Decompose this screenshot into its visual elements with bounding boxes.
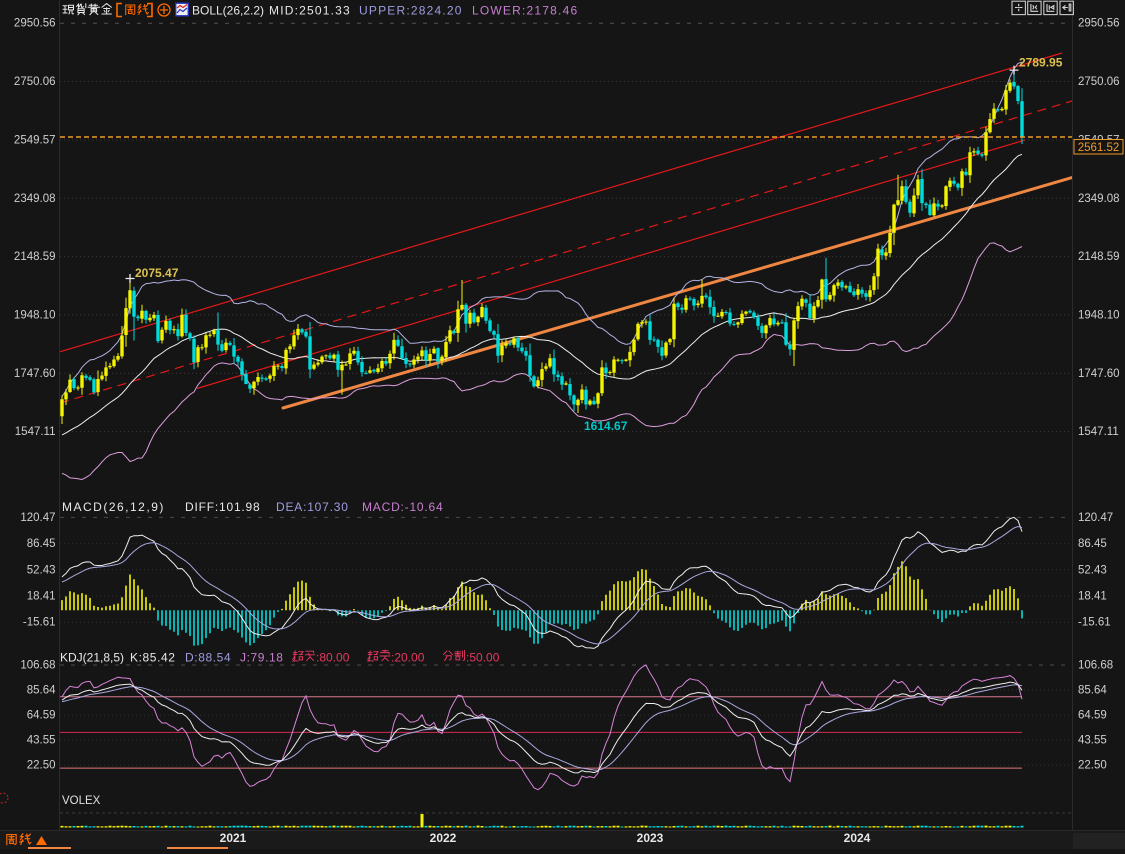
svg-text:2549.57: 2549.57	[14, 134, 56, 146]
svg-text::50.00: :50.00	[466, 651, 500, 665]
svg-text:106.68: 106.68	[20, 660, 55, 672]
svg-text:43.55: 43.55	[1078, 735, 1107, 747]
svg-text:BOLL(26,2.2): BOLL(26,2.2)	[192, 4, 264, 18]
svg-text::80.00: :80.00	[316, 651, 350, 665]
svg-text:64.59: 64.59	[1078, 710, 1107, 722]
svg-text:2075.47: 2075.47	[135, 266, 179, 280]
svg-text:2022: 2022	[430, 831, 457, 845]
svg-text:106.68: 106.68	[1078, 660, 1113, 672]
svg-text:1948.10: 1948.10	[14, 309, 56, 321]
svg-text:85.64: 85.64	[1078, 685, 1107, 697]
svg-text:1948.10: 1948.10	[1078, 309, 1120, 321]
svg-text:2349.08: 2349.08	[14, 193, 56, 205]
svg-text:-15.61: -15.61	[23, 617, 56, 629]
svg-text:85.64: 85.64	[27, 685, 56, 697]
svg-text:1614.67: 1614.67	[584, 419, 628, 433]
svg-text:VOLEX: VOLEX	[62, 795, 101, 807]
svg-text:MID:2501.33: MID:2501.33	[269, 4, 351, 18]
svg-text:KDJ(21,8,5): KDJ(21,8,5)	[60, 651, 124, 665]
svg-text:J:79.18: J:79.18	[240, 651, 284, 665]
svg-text:86.45: 86.45	[27, 538, 56, 550]
svg-text:1747.60: 1747.60	[14, 368, 56, 380]
svg-text:LOWER:2178.46: LOWER:2178.46	[472, 4, 578, 18]
svg-text:UPPER:2824.20: UPPER:2824.20	[359, 4, 463, 18]
svg-text:120.47: 120.47	[1078, 512, 1113, 524]
svg-text:1547.11: 1547.11	[1078, 426, 1119, 438]
svg-text:DIFF:101.98: DIFF:101.98	[185, 500, 261, 514]
svg-text:52.43: 52.43	[27, 564, 56, 576]
svg-text:52.43: 52.43	[1078, 564, 1107, 576]
svg-text:2021: 2021	[220, 831, 247, 845]
svg-text:2561.52: 2561.52	[1078, 142, 1120, 154]
svg-text:18.41: 18.41	[27, 591, 56, 603]
svg-text:1547.11: 1547.11	[15, 426, 56, 438]
svg-text:86.45: 86.45	[1078, 538, 1107, 550]
svg-text:MACD:-10.64: MACD:-10.64	[362, 500, 444, 514]
svg-text:2950.56: 2950.56	[1078, 18, 1120, 30]
svg-text:2950.56: 2950.56	[14, 18, 56, 30]
svg-text:DEA:107.30: DEA:107.30	[276, 500, 349, 514]
svg-text:2024: 2024	[844, 831, 871, 845]
svg-text:1747.60: 1747.60	[1078, 368, 1120, 380]
svg-text:64.59: 64.59	[27, 710, 56, 722]
svg-text:2023: 2023	[637, 831, 664, 845]
svg-text:D:88.54: D:88.54	[185, 651, 231, 665]
svg-text:2750.06: 2750.06	[1078, 76, 1120, 88]
svg-text:2750.06: 2750.06	[14, 76, 56, 88]
svg-text:2789.95: 2789.95	[1019, 56, 1063, 70]
svg-text:MACD(26,12,9): MACD(26,12,9)	[62, 500, 165, 514]
svg-text:K:85.42: K:85.42	[130, 651, 176, 665]
svg-text:120.47: 120.47	[20, 512, 55, 524]
svg-text:-15.61: -15.61	[1078, 617, 1111, 629]
svg-text:22.50: 22.50	[27, 760, 56, 772]
svg-text:22.50: 22.50	[1078, 760, 1107, 772]
svg-text:18.41: 18.41	[1078, 591, 1107, 603]
svg-text:2148.59: 2148.59	[1078, 251, 1120, 263]
svg-text:43.55: 43.55	[27, 735, 56, 747]
svg-text:2148.59: 2148.59	[14, 251, 56, 263]
svg-text::20.00: :20.00	[391, 651, 425, 665]
svg-text:2349.08: 2349.08	[1078, 193, 1120, 205]
